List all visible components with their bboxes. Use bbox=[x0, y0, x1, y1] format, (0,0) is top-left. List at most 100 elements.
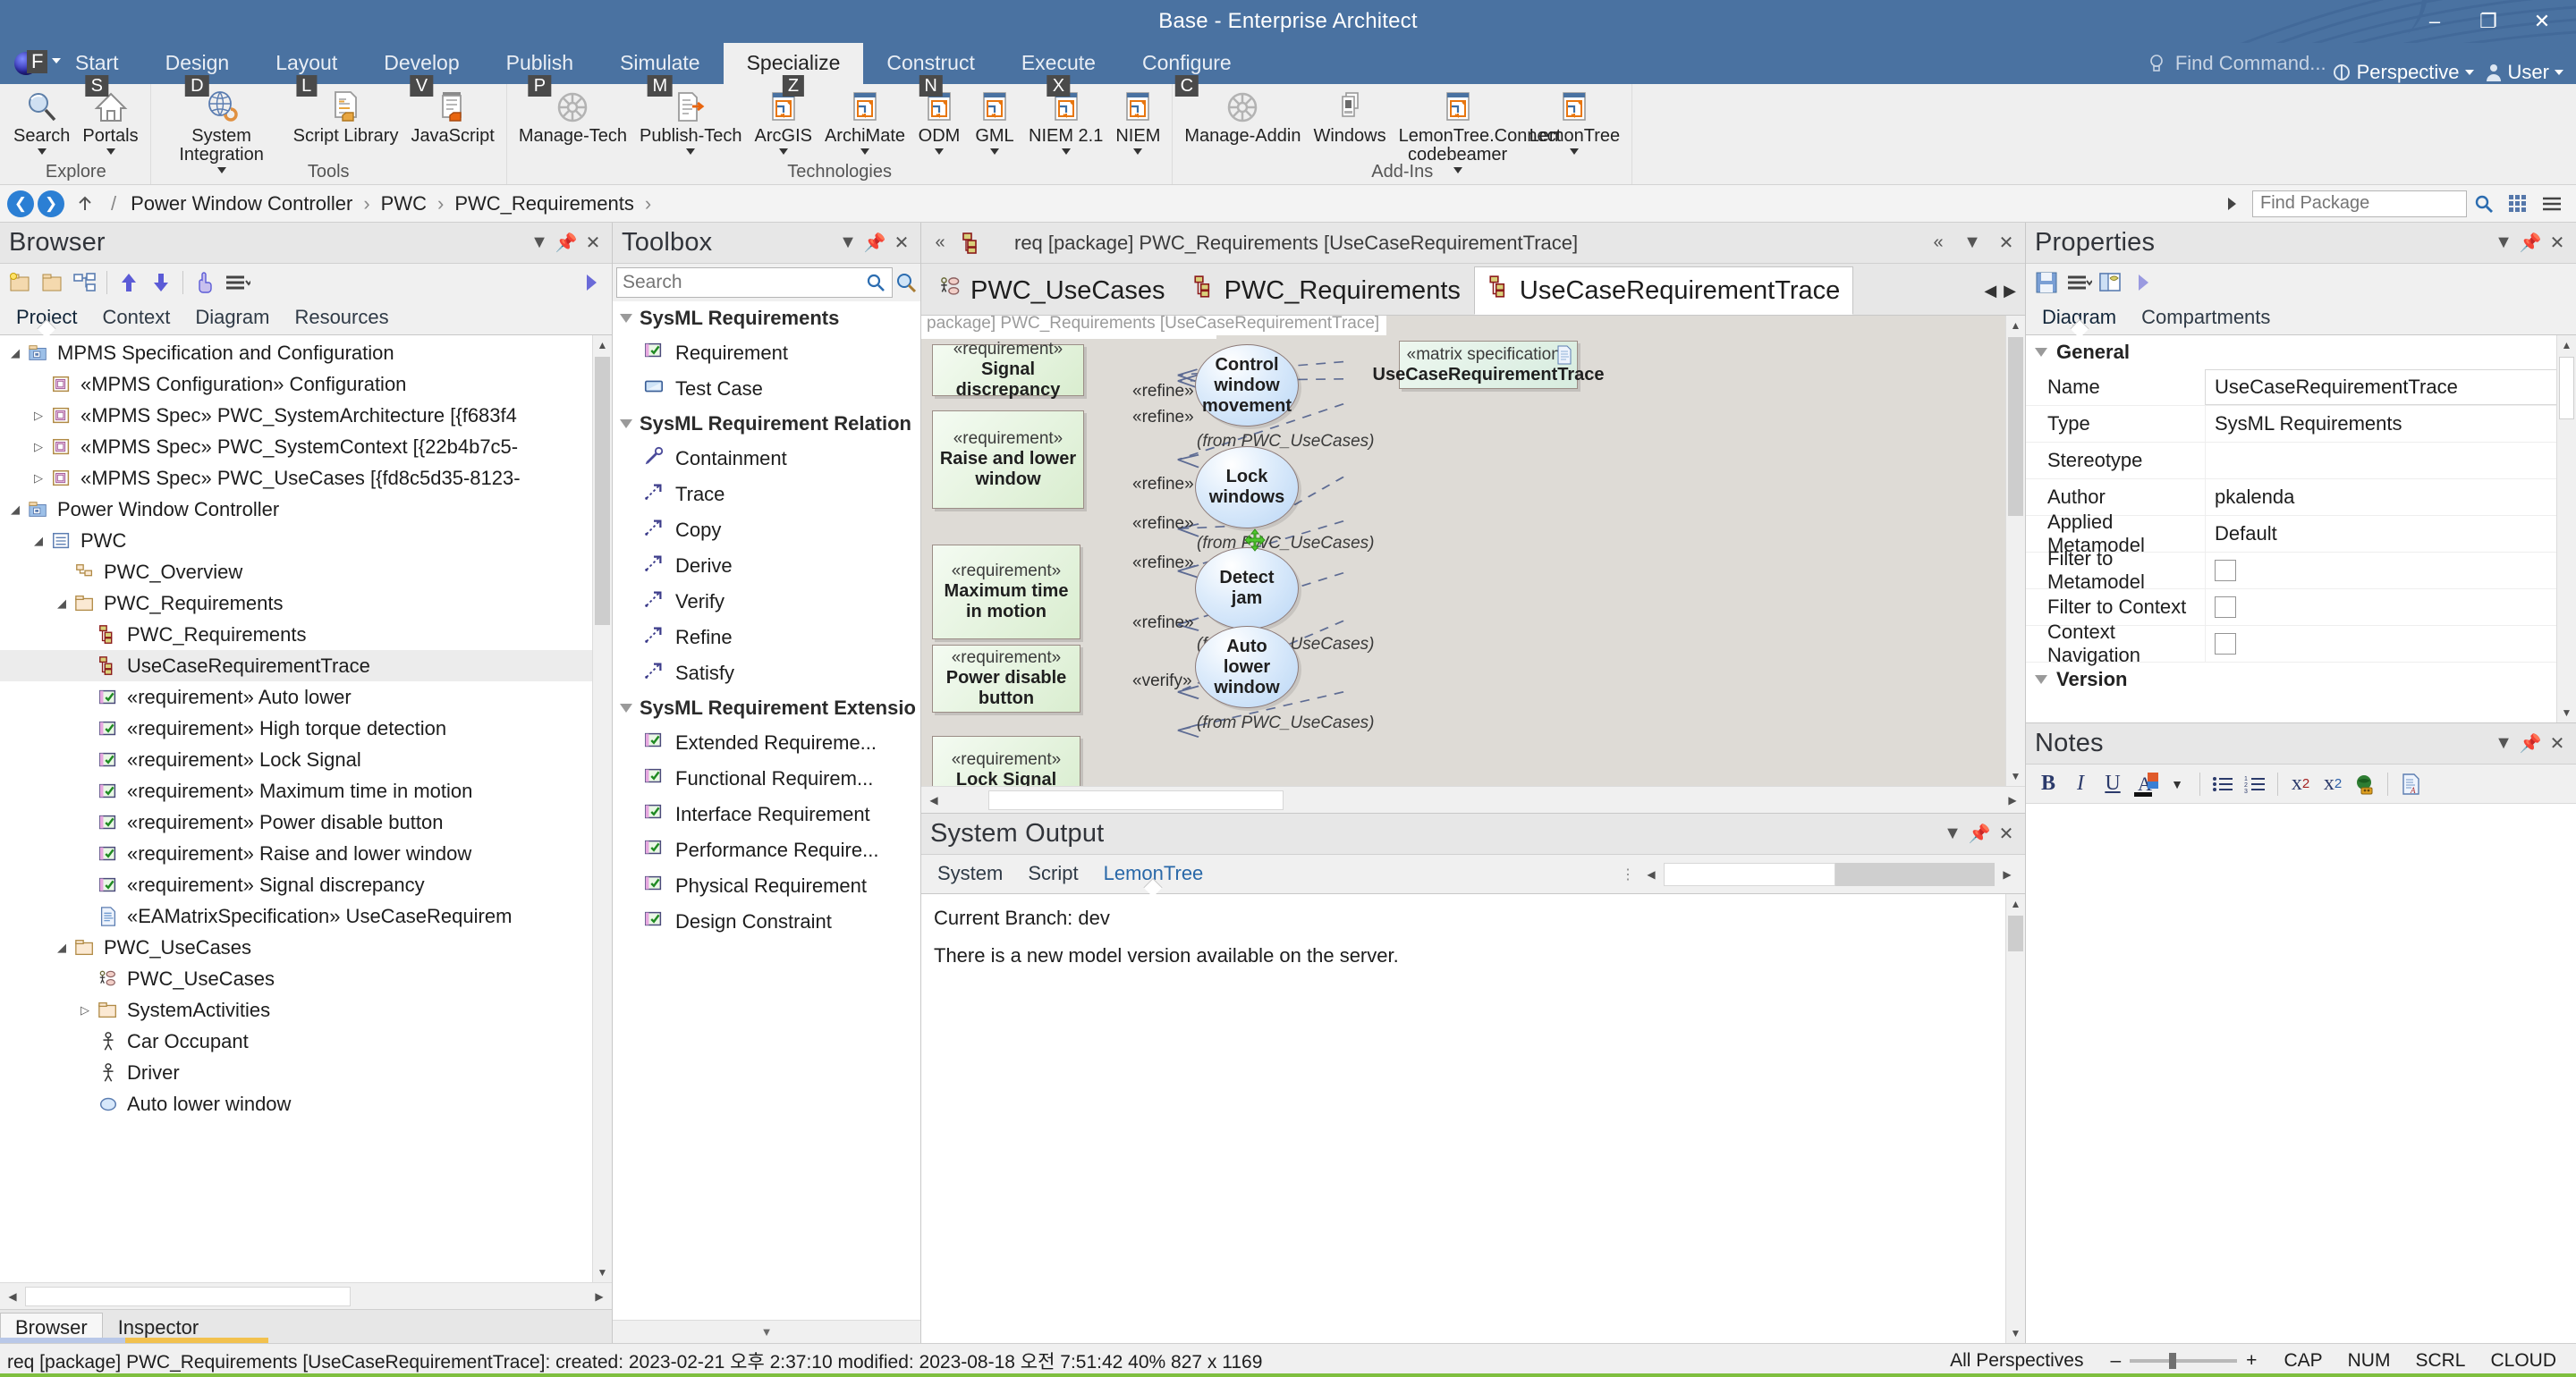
toolbox-item[interactable]: Functional Requirem... bbox=[613, 761, 920, 797]
subscript-button[interactable]: x2 bbox=[2318, 769, 2348, 799]
scroll-down-arrow-icon[interactable]: ▼ bbox=[593, 1263, 612, 1282]
chevron-down-icon[interactable] bbox=[990, 148, 999, 155]
browser-tab-resources[interactable]: Resources bbox=[282, 302, 401, 334]
browser-tab-context[interactable]: Context bbox=[89, 302, 182, 334]
usecase-node[interactable]: Lock windows bbox=[1195, 446, 1299, 528]
browser-options-button[interactable] bbox=[222, 267, 252, 298]
browser-tree[interactable]: ◢ MPMS Specification and Configuration «MP… bbox=[0, 335, 612, 1282]
output-tab-script[interactable]: Script bbox=[1015, 856, 1090, 893]
properties-group-header[interactable]: Version bbox=[2026, 663, 2576, 697]
open-package-button[interactable] bbox=[38, 267, 68, 298]
property-value[interactable] bbox=[2205, 626, 2576, 662]
requirement-node[interactable]: «requirement» Maximum time in motion bbox=[932, 545, 1080, 639]
scroll-thumb[interactable] bbox=[988, 790, 1284, 810]
panel-menu-icon[interactable]: ▼ bbox=[526, 230, 553, 257]
tree-item[interactable]: «requirement» Maximum time in motion bbox=[0, 775, 612, 807]
property-value[interactable]: pkalenda bbox=[2205, 479, 2576, 515]
output-tab-lemontree[interactable]: LemonTree bbox=[1091, 856, 1216, 893]
scroll-thumb[interactable] bbox=[25, 1286, 352, 1306]
property-value[interactable]: SysML Requirements bbox=[2205, 406, 2576, 442]
scroll-track[interactable] bbox=[946, 789, 2000, 811]
toolbox-scroll-down[interactable]: ▼ bbox=[613, 1320, 920, 1343]
panel-menu-icon[interactable]: ▼ bbox=[1939, 821, 1966, 848]
ribbon-tab-specialize[interactable]: Specialize Z bbox=[723, 43, 864, 97]
tree-item[interactable]: «requirement» Raise and lower window bbox=[0, 838, 612, 869]
tree-item[interactable]: Driver bbox=[0, 1057, 612, 1088]
panel-menu-icon[interactable]: ▼ bbox=[1959, 230, 1986, 257]
tree-item[interactable]: PWC_Overview bbox=[0, 556, 612, 587]
chevron-down-icon[interactable]: ◢ bbox=[52, 941, 72, 955]
chevron-right-icon[interactable]: ▷ bbox=[29, 440, 48, 454]
property-value[interactable]: UseCaseRequirementTrace bbox=[2205, 369, 2576, 405]
collapse-right-icon[interactable]: « bbox=[1925, 230, 1952, 257]
italic-button[interactable]: I bbox=[2065, 769, 2096, 799]
toolbox-group-header[interactable]: SysML Requirement Relation bbox=[613, 407, 920, 441]
ribbon-button-archimate[interactable]: ArchiMate bbox=[818, 84, 911, 155]
properties-menu-button[interactable] bbox=[2063, 267, 2094, 298]
ribbon-tab-execute[interactable]: Execute X bbox=[998, 43, 1119, 97]
chevron-down-icon[interactable] bbox=[37, 148, 47, 155]
file-menu-button[interactable]: F bbox=[0, 43, 61, 84]
scroll-right-arrow-icon[interactable]: ▶ bbox=[1995, 862, 2020, 887]
bullet-list-button[interactable] bbox=[2207, 769, 2238, 799]
font-color-button[interactable]: A bbox=[2130, 769, 2160, 799]
properties-scrollbar[interactable]: ▲ ▼ bbox=[2556, 335, 2576, 722]
close-icon[interactable]: ✕ bbox=[2544, 731, 2571, 757]
scroll-up-arrow-icon[interactable]: ▲ bbox=[2006, 316, 2025, 335]
scroll-up-arrow-icon[interactable]: ▲ bbox=[2557, 335, 2576, 355]
hyperlink-button[interactable] bbox=[2350, 769, 2380, 799]
scroll-left-arrow-icon[interactable]: ◀ bbox=[921, 788, 946, 813]
scroll-down-arrow-icon[interactable]: ▼ bbox=[2006, 1323, 2025, 1343]
browser-tab-project[interactable]: Project bbox=[4, 302, 89, 334]
chevron-down-icon[interactable] bbox=[106, 148, 115, 155]
panel-menu-icon[interactable]: ▼ bbox=[2490, 230, 2517, 257]
scroll-down-arrow-icon[interactable]: ▼ bbox=[2006, 766, 2025, 786]
scroll-track[interactable] bbox=[25, 1285, 587, 1307]
property-checkbox[interactable] bbox=[2215, 560, 2236, 581]
toolbox-search-box[interactable] bbox=[616, 267, 893, 298]
diagram-tab-pwc_requirements[interactable]: PWC_Requirements bbox=[1179, 266, 1474, 315]
ribbon-button-niem[interactable]: NIEM bbox=[1109, 84, 1166, 155]
new-package-button[interactable] bbox=[5, 267, 36, 298]
property-value[interactable] bbox=[2205, 443, 2576, 478]
scroll-right-arrow-icon[interactable]: ▶ bbox=[2000, 282, 2020, 300]
move-handle-icon[interactable] bbox=[1243, 528, 1267, 552]
superscript-button[interactable]: x2 bbox=[2285, 769, 2316, 799]
chevron-down-icon[interactable] bbox=[686, 148, 696, 155]
underline-button[interactable]: U bbox=[2097, 769, 2128, 799]
tree-item[interactable]: «requirement» Auto lower bbox=[0, 681, 612, 713]
diagram-canvas[interactable]: package] PWC_Requirements [UseCaseRequir… bbox=[921, 316, 2025, 786]
grid-view-button[interactable] bbox=[2501, 190, 2535, 218]
usecase-node[interactable]: Control window movement bbox=[1195, 344, 1299, 427]
ribbon-button-windows[interactable]: Windows bbox=[1307, 84, 1392, 146]
browser-more-button[interactable] bbox=[576, 267, 606, 298]
collapse-left-icon[interactable]: « bbox=[927, 230, 953, 257]
move-up-button[interactable] bbox=[114, 267, 144, 298]
toolbox-search-input[interactable] bbox=[623, 272, 865, 293]
tree-item[interactable]: «EAMatrixSpecification» UseCaseRequirem bbox=[0, 900, 612, 932]
ribbon-tab-publish[interactable]: Publish P bbox=[483, 43, 597, 97]
chevron-down-icon[interactable] bbox=[1133, 148, 1143, 155]
toolbox-list[interactable]: SysML Requirements Requirement Test Case Sy… bbox=[613, 301, 920, 1320]
toolbox-item[interactable]: Design Constraint bbox=[613, 904, 920, 940]
canvas-horizontal-scrollbar[interactable]: ◀ ▶ bbox=[921, 786, 2025, 813]
tree-item[interactable]: ◢ MPMS Specification and Configuration bbox=[0, 337, 612, 368]
font-color-dropdown[interactable]: ▼ bbox=[2162, 769, 2192, 799]
scroll-track[interactable] bbox=[1664, 862, 1995, 886]
tree-item[interactable]: ▷ «MPMS Spec» PWC_SystemArchitecture [{f6… bbox=[0, 400, 612, 431]
toolbox-group-header[interactable]: SysML Requirement Extensio bbox=[613, 691, 920, 725]
tree-item[interactable]: ◢ PWC bbox=[0, 525, 612, 556]
toolbox-item[interactable]: Derive bbox=[613, 548, 920, 584]
find-package-input[interactable] bbox=[2252, 190, 2467, 217]
browser-tree-scrollbar[interactable]: ▲ ▼ bbox=[592, 335, 612, 1282]
matrix-specification-node[interactable]: «matrix specification» UseCaseRequirement… bbox=[1373, 341, 1605, 389]
usecase-node[interactable]: Detect jam bbox=[1195, 547, 1299, 629]
tree-item[interactable]: ◢ PWC_UseCases bbox=[0, 932, 612, 963]
chevron-down-icon[interactable] bbox=[860, 148, 869, 155]
scroll-thumb[interactable] bbox=[2559, 357, 2574, 419]
chevron-down-icon[interactable]: ◢ bbox=[5, 503, 25, 517]
toolbox-item[interactable]: Physical Requirement bbox=[613, 868, 920, 904]
close-icon[interactable]: ✕ bbox=[2544, 230, 2571, 257]
minimize-button[interactable]: – bbox=[2408, 1, 2462, 42]
ribbon-tab-develop[interactable]: Develop V bbox=[360, 43, 482, 97]
